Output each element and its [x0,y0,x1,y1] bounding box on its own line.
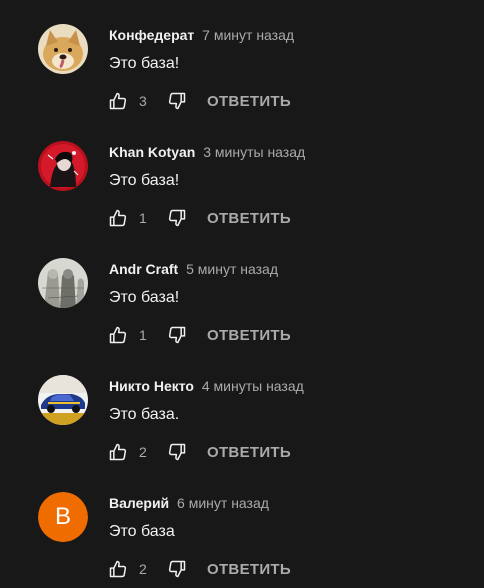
comment-actions: 1 ОТВЕТИТЬ [108,324,291,346]
like-count: 1 [139,210,147,226]
comment-text: Это база. [109,406,180,423]
thumbs-down-icon [168,92,186,110]
doge-avatar-icon [38,24,88,74]
comment-actions: 1 ОТВЕТИТЬ [108,207,291,229]
thumbs-down-icon [168,560,186,578]
author-name[interactable]: Валерий [109,495,169,511]
like-count: 3 [139,93,147,109]
dislike-button[interactable] [167,559,187,579]
comment-text: Это база [109,523,175,540]
comment-time[interactable]: 5 минут назад [186,261,278,277]
reply-button[interactable]: ОТВЕТИТЬ [207,210,291,227]
author-name[interactable]: Конфедерат [109,27,194,43]
reply-button[interactable]: ОТВЕТИТЬ [207,327,291,344]
comment-actions: 2 ОТВЕТИТЬ [108,441,291,463]
thumbs-up-icon [109,443,127,461]
comment: Khan Kotyan 3 минуты назад Это база! 1 О… [0,117,484,234]
like-button[interactable] [108,91,128,111]
comment: Никто Некто 4 минуты назад Это база. 2 О… [0,351,484,468]
reply-button[interactable]: ОТВЕТИТЬ [207,561,291,578]
thumbs-up-icon [109,326,127,344]
dislike-button[interactable] [167,325,187,345]
dislike-button[interactable] [167,91,187,111]
thumbs-up-icon [109,209,127,227]
avatar[interactable] [38,258,88,308]
author-name[interactable]: Andr Craft [109,261,178,277]
comment: Конфедерат 7 минут назад Это база! 3 ОТВ… [0,0,484,117]
car-avatar-icon [38,375,88,425]
comment-text: Это база! [109,55,180,72]
like-count: 1 [139,327,147,343]
like-button[interactable] [108,559,128,579]
avatar[interactable] [38,375,88,425]
author-name[interactable]: Никто Некто [109,378,194,394]
avatar-letter: В [38,492,88,542]
comment-actions: 2 ОТВЕТИТЬ [108,558,291,580]
comment-actions: 3 ОТВЕТИТЬ [108,90,291,112]
comment-text: Это база! [109,289,180,306]
thumbs-up-icon [109,92,127,110]
like-button[interactable] [108,442,128,462]
comment-text: Это база! [109,172,180,189]
reply-button[interactable]: ОТВЕТИТЬ [207,444,291,461]
reply-button[interactable]: ОТВЕТИТЬ [207,93,291,110]
avatar[interactable]: В [38,492,88,542]
like-button[interactable] [108,208,128,228]
thumbs-down-icon [168,326,186,344]
avatar[interactable] [38,141,88,191]
like-button[interactable] [108,325,128,345]
thumbs-down-icon [168,209,186,227]
comment-time[interactable]: 3 минуты назад [203,144,305,160]
comment-time[interactable]: 4 минуты назад [202,378,304,394]
anime-avatar-icon [38,141,88,191]
thumbs-up-icon [109,560,127,578]
like-count: 2 [139,561,147,577]
like-count: 2 [139,444,147,460]
dislike-button[interactable] [167,442,187,462]
author-name[interactable]: Khan Kotyan [109,144,195,160]
comment: В Валерий 6 минут назад Это база 2 ОТВЕТ… [0,468,484,585]
comment: Andr Craft 5 минут назад Это база! 1 ОТВ… [0,234,484,351]
avatar[interactable] [38,24,88,74]
thumbs-down-icon [168,443,186,461]
comment-time[interactable]: 6 минут назад [177,495,269,511]
dislike-button[interactable] [167,208,187,228]
comment-time[interactable]: 7 минут назад [202,27,294,43]
sketch-avatar-icon [38,258,88,308]
